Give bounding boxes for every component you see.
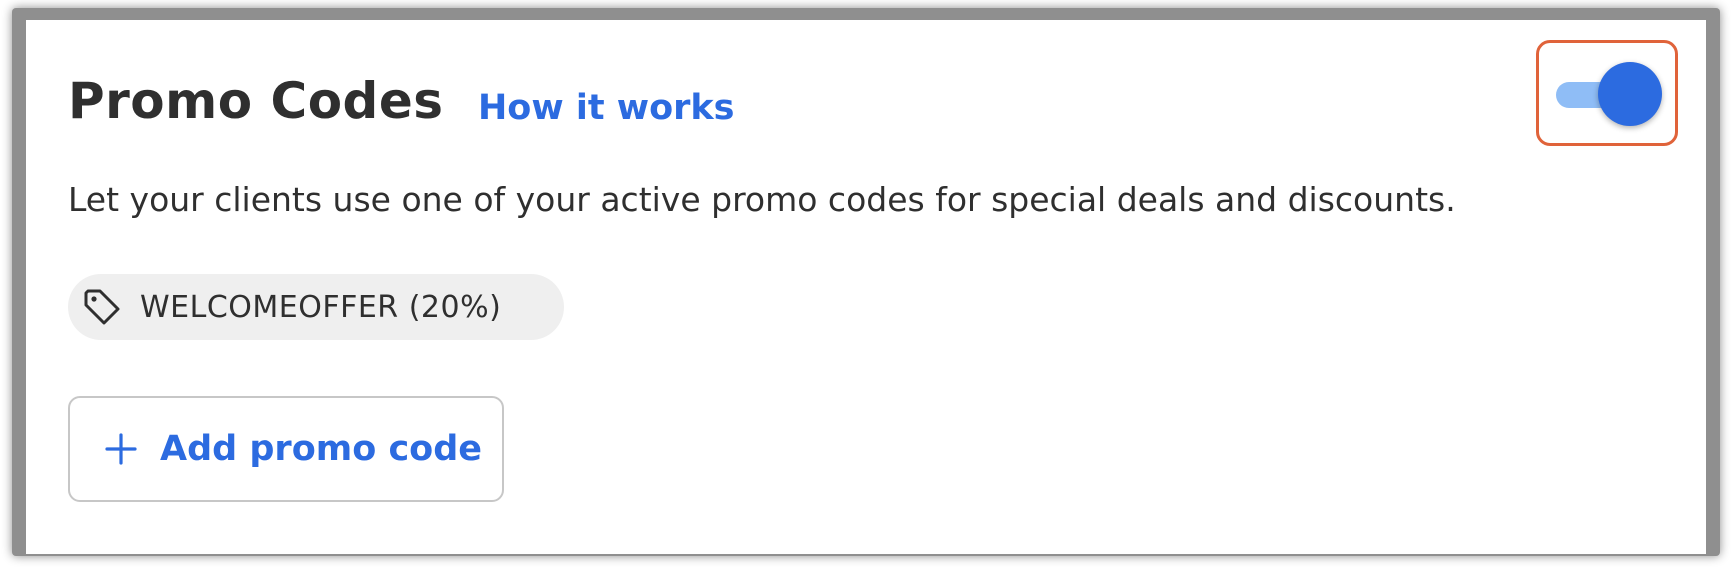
description-text: Let your clients use one of your active …	[68, 180, 1456, 219]
page-title: Promo Codes	[68, 72, 444, 130]
tag-icon	[82, 287, 122, 327]
add-promo-code-label: Add promo code	[160, 429, 483, 469]
promo-code-chip[interactable]: WELCOMEOFFER (20%)	[68, 274, 564, 340]
screenshot-frame: Promo Codes How it works Let your client…	[0, 0, 1732, 572]
how-it-works-link[interactable]: How it works	[478, 88, 735, 128]
plus-icon	[104, 432, 138, 466]
add-promo-code-button[interactable]: Add promo code	[68, 396, 504, 502]
promo-code-label: WELCOMEOFFER (20%)	[140, 289, 502, 325]
promo-codes-toggle[interactable]	[1554, 54, 1664, 134]
toggle-knob	[1598, 62, 1662, 126]
promo-codes-panel: Promo Codes How it works Let your client…	[26, 20, 1706, 554]
